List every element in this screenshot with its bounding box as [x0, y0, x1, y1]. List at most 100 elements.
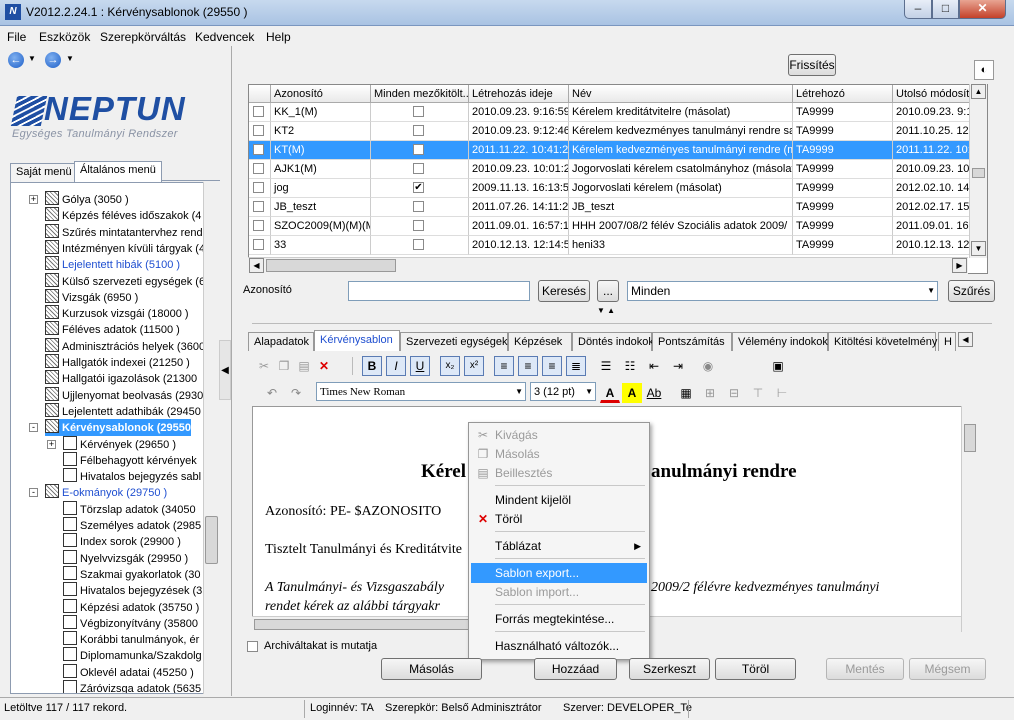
tree-item[interactable]: Kurzusok vizsgái (18000 ) — [45, 305, 189, 322]
grid-header[interactable]: Utolsó módosítá — [893, 85, 973, 103]
row-checkbox[interactable] — [253, 144, 264, 155]
context-item[interactable]: ▤ Beillesztés — [471, 463, 647, 483]
grid-vscrollbar[interactable]: ▲ ▼ — [969, 84, 987, 258]
copy-icon[interactable]: ❐ — [274, 356, 294, 376]
table-row[interactable]: JB_teszt 2011.07.26. 14:11:2 JB_teszt TA999… — [249, 198, 973, 217]
bold-button[interactable]: B — [362, 356, 382, 376]
italic-button[interactable]: I — [386, 356, 406, 376]
table-col-icon[interactable]: ⊟ — [724, 383, 744, 403]
row-checkbox[interactable] — [253, 125, 264, 136]
grid-header[interactable]: Létrehozó — [793, 85, 893, 103]
table-row[interactable]: jog ✔ 2009.11.13. 16:13:5 Jogorvoslati kére… — [249, 179, 973, 198]
delete-icon[interactable]: ✕ — [314, 356, 334, 376]
tree-item[interactable]: Személyes adatok (2985 — [63, 517, 201, 534]
tree-item[interactable]: Hallgatók indexei (21250 ) — [45, 354, 190, 371]
menu-szerepkorvaltas[interactable]: Szerepkörváltás — [100, 30, 186, 44]
menu-eszkozok[interactable]: Eszközök — [39, 30, 90, 44]
search-button[interactable]: Keresés — [538, 280, 590, 302]
archived-checkbox[interactable] — [247, 641, 258, 652]
id-search-input[interactable] — [348, 281, 530, 301]
tree-item[interactable]: Külső szervezeti egységek (6 — [45, 272, 205, 290]
tree-item[interactable]: Szakmai gyakorlatok (30 — [63, 565, 200, 583]
row-checkbox[interactable] — [253, 182, 264, 193]
maximize-icon[interactable]: □ — [932, 0, 959, 19]
grid-hscroll-thumb[interactable] — [266, 259, 396, 272]
context-item[interactable]: ❐ Másolás — [471, 444, 647, 464]
redo-icon[interactable]: ↷ — [286, 383, 306, 403]
tree-item[interactable]: Ujjlenyomat beolvasás (2930 — [45, 386, 203, 404]
subscript-icon[interactable]: x₂ — [440, 356, 460, 376]
tab-1[interactable]: Kérvénysablon — [314, 330, 400, 351]
tree-expander-icon[interactable]: - — [29, 423, 38, 433]
context-item[interactable]: ✂ Kivágás — [471, 425, 647, 445]
edit-button[interactable]: Szerkeszt — [629, 658, 710, 680]
row-checkbox[interactable] — [253, 201, 264, 212]
tree-expander-icon[interactable]: - — [29, 488, 38, 498]
table-row[interactable]: 33 2010.12.13. 12:14:5 heni33 TA9999 2010.12… — [249, 236, 973, 255]
tab-2[interactable]: Szervezeti egységek — [400, 332, 508, 351]
minimize-icon[interactable]: – — [904, 0, 932, 19]
tree-item[interactable]: Korábbi tanulmányok, ér — [63, 631, 199, 648]
tree-item[interactable]: Intézményen kívüli tárgyak (4 — [45, 239, 205, 257]
tree-item[interactable]: Szűrés mintatantervhez rende — [45, 223, 209, 241]
scroll-down-icon[interactable]: ▼ — [971, 241, 986, 256]
context-item[interactable]: ✕ Töröl — [471, 509, 647, 529]
back-dropdown-icon[interactable]: ▼ — [28, 54, 36, 63]
tab-7[interactable]: Kitöltési követelmény — [828, 332, 937, 351]
tree-item[interactable]: Kérvények (29650 ) — [63, 435, 176, 453]
tree-item[interactable]: Törzslap adatok (34050 — [63, 500, 196, 518]
align-right-icon[interactable]: ≡ — [542, 356, 562, 376]
grid-header[interactable]: Név — [569, 85, 793, 103]
font-select[interactable]: Times New Roman ▼ — [316, 382, 526, 401]
insert-icon[interactable]: ▣ — [768, 356, 788, 376]
tree-item[interactable]: Diplomamunka/Szakdolg — [63, 647, 202, 664]
tree-item[interactable]: Félbehagyott kérvények — [63, 451, 197, 469]
tree-item[interactable]: Vizsgák (6950 ) — [45, 288, 138, 306]
cancel-button[interactable]: Mégsem — [909, 658, 986, 680]
align-left-icon[interactable]: ≡ — [494, 356, 514, 376]
underline-button[interactable]: U — [410, 356, 430, 376]
save-button[interactable]: Mentés — [826, 658, 904, 680]
tree-item[interactable]: Végbizonyítvány (35800 — [63, 614, 198, 632]
add-button[interactable]: Hozzáad — [534, 658, 617, 680]
refresh-button[interactable]: Frissítés — [788, 54, 836, 76]
close-icon[interactable]: ✕ — [959, 0, 1006, 19]
table-row[interactable]: AJK1(M) 2010.09.23. 10:01:2 Jogorvoslati k… — [249, 160, 973, 179]
tree-item[interactable]: Lejelentett adathibák (29450 — [45, 402, 201, 420]
collapse-arrows-icon[interactable]: ▼ ▲ — [597, 306, 615, 315]
tree-item[interactable]: E-okmányok (29750 ) — [45, 484, 167, 501]
forward-icon[interactable]: → — [45, 52, 61, 68]
paste-icon[interactable]: ▤ — [294, 356, 314, 376]
tree-scrollbar[interactable] — [203, 182, 220, 694]
copy-button[interactable]: Másolás — [381, 658, 482, 680]
tree-expander-icon[interactable]: + — [29, 195, 38, 204]
spellcheck-button[interactable]: Ab — [644, 383, 664, 403]
bullet-list-icon[interactable]: ☷ — [620, 356, 640, 376]
table-row-icon[interactable]: ⊞ — [700, 383, 720, 403]
menu-help[interactable]: Help — [266, 30, 291, 44]
tree-item[interactable]: Lejelentett hibák (5100 ) — [45, 256, 180, 273]
grid-header[interactable]: Azonosító — [271, 85, 371, 103]
cut-icon[interactable]: ✂ — [254, 356, 274, 376]
font-color-button[interactable]: A — [600, 383, 620, 403]
tree-item[interactable]: Adminisztrációs helyek (3600 — [45, 337, 205, 355]
delete-button[interactable]: Töröl — [715, 658, 796, 680]
tree-item[interactable]: Féléves adatok (11500 ) — [45, 321, 180, 338]
tab-8[interactable]: H — [938, 332, 956, 351]
context-item[interactable]: Mindent kijelöl — [471, 490, 647, 510]
context-item[interactable]: Táblázat ▶ — [471, 536, 647, 556]
grid-scroll-thumb[interactable] — [972, 168, 985, 178]
tree-item[interactable]: Nyelvvizsgák (29950 ) — [63, 549, 188, 567]
tree-item[interactable]: Kérvénysablonok (29550 — [45, 419, 192, 437]
tree-item[interactable]: Záróvizsga adatok (5635 — [63, 680, 201, 693]
table-row[interactable]: KT(M) 2011.11.22. 10:41:2 Kérelem kedvezmé… — [249, 141, 973, 160]
dots-button[interactable]: ... — [597, 280, 619, 302]
menu-file[interactable]: File — [7, 30, 26, 44]
tab-5[interactable]: Pontszámítás — [652, 332, 732, 351]
context-item[interactable]: Forrás megtekintése... — [471, 609, 647, 629]
editor-scroll-thumb[interactable] — [964, 424, 976, 452]
table-merge-icon[interactable]: ⊤ — [748, 383, 768, 403]
image-icon[interactable]: ◉ — [698, 356, 718, 376]
tree-item[interactable]: Hivatalos bejegyzések (3 — [63, 582, 202, 599]
table-row[interactable]: KK_1(M) 2010.09.23. 9:16:59 Kérelem kredit… — [249, 103, 973, 122]
